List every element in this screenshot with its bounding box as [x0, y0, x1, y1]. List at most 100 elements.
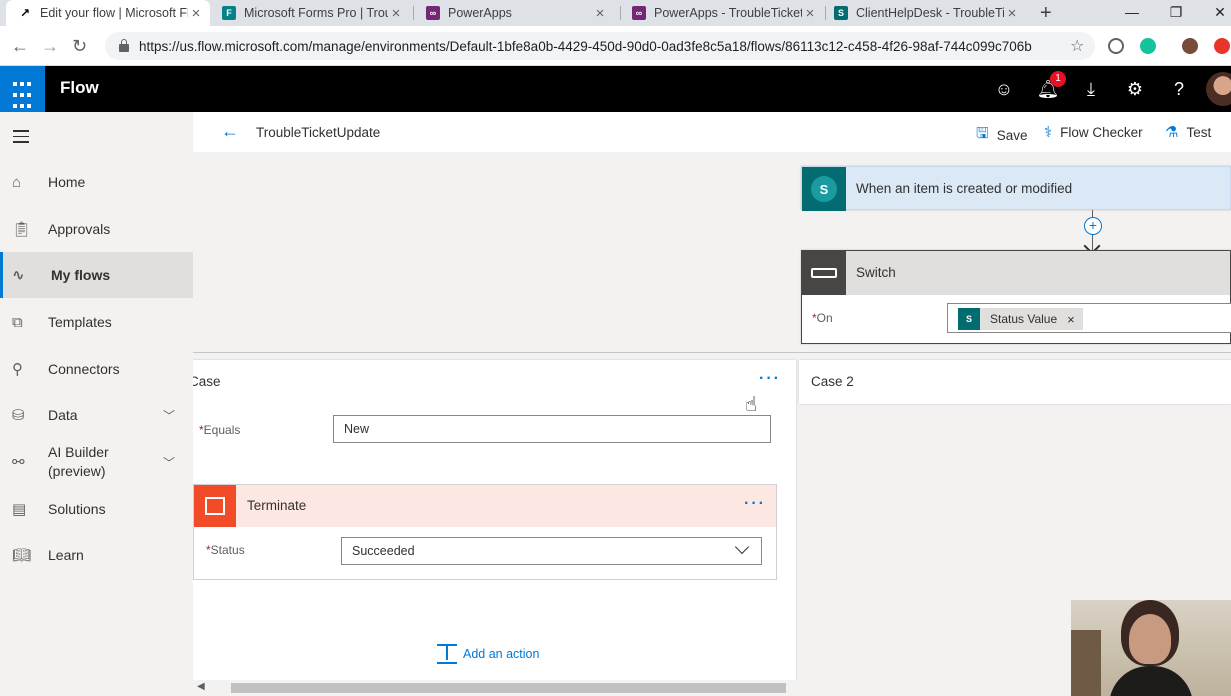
- download-icon[interactable]: ⤓: [1069, 66, 1113, 112]
- tab-separator: [620, 6, 621, 20]
- case-2-title: Case 2: [811, 374, 854, 389]
- hamburger-menu-icon[interactable]: [13, 130, 29, 147]
- chevron-down-icon[interactable]: ﹀: [163, 407, 193, 424]
- trigger-title: When an item is created or modified: [856, 181, 1073, 196]
- book-icon: 📖︎: [12, 547, 32, 564]
- designer-toolbar: ← TroubleTicketUpdate 🖫︎ Save ⚕ Flow Che…: [193, 112, 1231, 152]
- close-tab-icon[interactable]: ×: [188, 5, 204, 22]
- status-label: *Status: [206, 543, 245, 557]
- app-name[interactable]: Flow: [60, 78, 99, 98]
- terminate-icon: [194, 485, 236, 527]
- add-action-icon: [437, 644, 457, 664]
- url-field[interactable]: https://us.flow.microsoft.com/manage/env…: [105, 32, 1095, 60]
- browser-tab-strip: ↗ Edit your flow | Microsoft Fl × F Micr…: [0, 0, 1231, 26]
- test-button[interactable]: ⚗ Test: [1165, 123, 1211, 141]
- flow-checker-button[interactable]: ⚕ Flow Checker: [1044, 123, 1143, 141]
- bookmark-star-icon[interactable]: ☆: [1070, 36, 1084, 56]
- hand-cursor-icon: ☝: [745, 394, 758, 416]
- browser-tab[interactable]: ∞ PowerApps - TroubleTicket ×: [624, 0, 824, 26]
- scrollbar-thumb[interactable]: [231, 683, 786, 693]
- tab-separator: [413, 6, 414, 20]
- scroll-left-icon[interactable]: ◀: [197, 681, 205, 692]
- browser-tab[interactable]: F Microsoft Forms Pro | Troub ×: [214, 0, 410, 26]
- save-button[interactable]: 🖫︎ Save: [976, 123, 1028, 148]
- powerapps-icon: ∞: [426, 6, 440, 20]
- back-arrow-icon[interactable]: ←: [221, 121, 239, 142]
- feedback-smiley-icon[interactable]: ☺: [982, 66, 1026, 112]
- trigger-card[interactable]: S When an item is created or modified: [801, 166, 1231, 211]
- webcam-overlay: [1071, 600, 1231, 696]
- sidebar-item-approvals[interactable]: 📋︎ Approvals: [0, 206, 193, 252]
- minimize-button[interactable]: —: [1110, 0, 1154, 24]
- lock-icon: [119, 39, 129, 52]
- close-tab-icon[interactable]: ×: [592, 5, 608, 22]
- switch-header[interactable]: Switch: [802, 251, 1230, 295]
- notification-badge: 1: [1050, 71, 1066, 87]
- add-action-button[interactable]: Add an action: [437, 644, 539, 664]
- sidebar-item-connectors[interactable]: ⚲ Connectors: [0, 346, 193, 392]
- on-label: *On: [812, 311, 833, 325]
- branch-line: [193, 352, 1231, 353]
- close-window-button[interactable]: ✕: [1198, 0, 1231, 24]
- close-tab-icon[interactable]: ×: [388, 5, 404, 22]
- connector-icon: ⚲: [12, 361, 23, 378]
- sidebar-item-home[interactable]: ⌂ Home: [0, 159, 193, 205]
- sidebar-item-learn[interactable]: 📖︎ Learn: [0, 532, 193, 578]
- sidebar-item-solutions[interactable]: ▤ Solutions: [0, 486, 193, 532]
- browser-tab[interactable]: S ClientHelpDesk - TroubleTi ×: [828, 0, 1026, 26]
- forward-arrow-icon[interactable]: →: [41, 35, 59, 57]
- profile-icon[interactable]: [1182, 38, 1198, 54]
- case-card[interactable]: Case ··· *Equals New Terminate ··· *Stat…: [193, 360, 796, 696]
- tab-separator: [825, 6, 826, 20]
- browser-tab[interactable]: ∞ PowerApps ×: [418, 0, 614, 26]
- flow-name: TroubleTicketUpdate: [256, 125, 381, 140]
- close-tab-icon[interactable]: ×: [802, 5, 818, 22]
- browser-tab[interactable]: ↗ Edit your flow | Microsoft Fl ×: [6, 0, 210, 26]
- case-2-card[interactable]: Case 2: [799, 360, 1231, 404]
- terminate-card[interactable]: Terminate ··· *Status Succeeded: [193, 484, 777, 580]
- more-options-icon[interactable]: ···: [759, 370, 781, 388]
- new-tab-button[interactable]: +: [1040, 2, 1052, 25]
- switch-on-input[interactable]: S Status Value ×: [947, 303, 1231, 333]
- clipboard-icon: 📋︎: [12, 221, 32, 238]
- extension-icon[interactable]: [1214, 38, 1230, 54]
- equals-input[interactable]: New: [333, 415, 771, 443]
- case-title: Case: [193, 374, 221, 389]
- solutions-icon: ▤: [12, 501, 27, 518]
- reload-icon[interactable]: ↻: [72, 35, 87, 57]
- help-icon[interactable]: ?: [1157, 66, 1201, 112]
- sharepoint-icon: S: [834, 6, 848, 20]
- status-dropdown[interactable]: Succeeded: [341, 537, 762, 565]
- sidebar-item-my-flows[interactable]: ∿ My flows: [0, 252, 193, 298]
- terminate-header[interactable]: Terminate ···: [194, 485, 776, 527]
- dynamic-content-token[interactable]: S Status Value ×: [958, 308, 1083, 330]
- chevron-down-icon: [734, 539, 750, 555]
- restore-button[interactable]: ❐: [1154, 0, 1198, 24]
- equals-label: *Equals: [199, 423, 241, 437]
- remove-token-icon[interactable]: ×: [1067, 312, 1075, 327]
- sidebar-item-data[interactable]: ⛁ Data ﹀: [0, 392, 193, 438]
- app-header: Flow ☺ 🔔︎ 1 ⤓ ⚙ ?: [0, 66, 1231, 112]
- database-icon: ⛁: [12, 407, 25, 424]
- close-tab-icon[interactable]: ×: [1004, 5, 1020, 22]
- chevron-down-icon[interactable]: ﹀: [163, 454, 193, 471]
- settings-gear-icon[interactable]: ⚙: [1113, 66, 1157, 112]
- switch-icon: [802, 251, 846, 295]
- notifications-bell-icon[interactable]: 🔔︎ 1: [1026, 66, 1070, 112]
- app-launcher-icon[interactable]: [0, 66, 45, 112]
- more-options-icon[interactable]: ···: [744, 495, 766, 513]
- switch-card[interactable]: Switch *On S Status Value ×: [801, 250, 1231, 344]
- sidebar-item-templates[interactable]: ⧉ Templates: [0, 299, 193, 345]
- templates-icon: ⧉: [12, 313, 23, 331]
- switch-title: Switch: [856, 265, 896, 280]
- sharepoint-icon: S: [802, 167, 846, 211]
- user-avatar[interactable]: [1206, 72, 1231, 106]
- sharepoint-icon: S: [958, 308, 980, 330]
- back-arrow-icon[interactable]: ←: [11, 35, 29, 57]
- extension-icon[interactable]: [1108, 38, 1124, 54]
- ai-icon: ⚯: [12, 454, 25, 471]
- insert-step-plus-icon[interactable]: +: [1084, 217, 1102, 235]
- sidebar-item-ai-builder[interactable]: ⚯ AI Builder (preview) ﹀: [0, 439, 193, 485]
- forms-icon: F: [222, 6, 236, 20]
- grammarly-icon[interactable]: [1140, 38, 1156, 54]
